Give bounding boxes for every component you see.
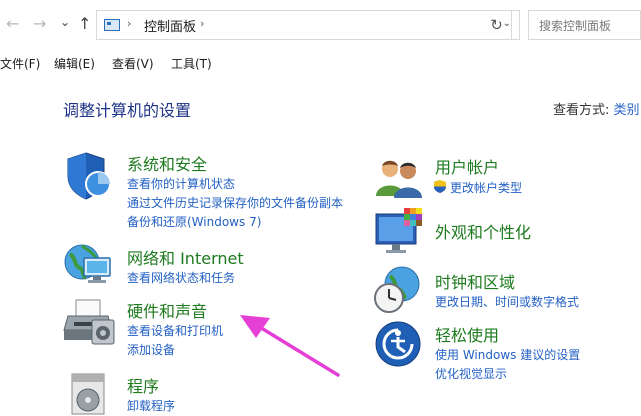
hardware-sound-title[interactable]: 硬件和声音 [127,298,207,322]
up-button[interactable]: ↑ [78,14,91,34]
address-bar[interactable]: › 控制面板 › ⌄ [96,10,520,40]
appearance-monitor-icon[interactable] [374,208,426,258]
page-title: 调整计算机的设置 [63,101,192,120]
network-globe-icon[interactable] [62,240,116,290]
color-palette [404,208,422,226]
breadcrumb-separator[interactable]: › [127,17,131,30]
network-internet-title[interactable]: 网络和 Internet [127,245,244,269]
uac-shield-icon [434,180,446,193]
clock-globe-icon[interactable] [372,264,426,316]
link-change-account-type[interactable]: 更改帐户类型 [450,179,522,196]
link-file-history[interactable]: 通过文件历史记录保存你的文件备份副本 [127,194,343,211]
link-add-device[interactable]: 添加设备 [127,341,175,358]
link-optimize-visual-display[interactable]: 优化视觉显示 [435,365,507,382]
link-uninstall-program[interactable]: 卸载程序 [127,397,175,414]
recent-locations-button[interactable]: ⌄ [60,12,70,32]
menu-tools[interactable]: 工具(T) [171,55,212,72]
ease-of-access-icon[interactable] [374,320,424,370]
control-panel-icon [104,19,120,31]
breadcrumb-control-panel[interactable]: 控制面板 [144,16,196,35]
appearance-title[interactable]: 外观和个性化 [435,219,531,243]
breadcrumb-separator[interactable]: › [200,17,204,30]
menu-edit[interactable]: 编辑(E) [54,55,95,72]
link-change-date-time-format[interactable]: 更改日期、时间或数字格式 [435,293,579,310]
printer-icon[interactable] [62,296,116,348]
system-security-title[interactable]: 系统和安全 [127,151,207,175]
ease-of-access-title[interactable]: 轻松使用 [435,322,499,346]
menu-bar: 文件(F) 编辑(E) 查看(V) 工具(T) [0,52,641,74]
view-by[interactable]: 查看方式: 类别 [553,99,640,118]
back-button[interactable]: ← [6,14,19,34]
menu-view[interactable]: 查看(V) [112,55,154,72]
link-network-status[interactable]: 查看网络状态和任务 [127,269,235,286]
address-toolbar: ← → ⌄ ↑ › 控制面板 › ⌄ ↻ 搜索控制面板 [0,0,641,50]
programs-title[interactable]: 程序 [127,373,159,397]
forward-button[interactable]: → [33,14,46,34]
shield-icon[interactable] [64,150,114,202]
link-devices-printers[interactable]: 查看设备和打印机 [127,322,223,339]
link-backup-restore[interactable]: 备份和还原(Windows 7) [127,213,261,230]
link-windows-suggested-settings[interactable]: 使用 Windows 建议的设置 [435,346,580,363]
view-by-value[interactable]: 类别 [614,103,640,118]
user-accounts-title[interactable]: 用户帐户 [435,154,499,178]
link-view-computer-status[interactable]: 查看你的计算机状态 [127,175,235,192]
view-by-label: 查看方式: [553,103,610,118]
refresh-button[interactable]: ↻ [482,10,512,40]
programs-icon[interactable] [66,370,112,416]
clock-region-title[interactable]: 时钟和区域 [435,269,515,293]
menu-file[interactable]: 文件(F) [0,55,40,72]
search-input[interactable]: 搜索控制面板 [528,10,641,40]
user-accounts-icon[interactable] [374,156,424,200]
search-placeholder: 搜索控制面板 [539,19,612,33]
